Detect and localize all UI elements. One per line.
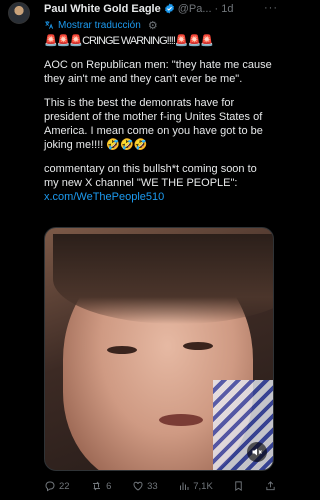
author-handle[interactable]: @Pa... — [178, 3, 212, 15]
show-translation-link[interactable]: Mostrar traducción — [58, 20, 141, 31]
share-button[interactable] — [265, 480, 276, 492]
video-player[interactable] — [44, 227, 274, 471]
tweet-link[interactable]: x.com/WeThePeople510 — [44, 191, 164, 203]
verified-badge-icon — [164, 3, 175, 14]
repost-button[interactable]: 6 — [90, 480, 111, 492]
bookmark-icon — [235, 481, 243, 491]
like-count: 33 — [147, 480, 158, 492]
post-time: · 1d — [214, 2, 234, 15]
view-count: 7,1K — [193, 480, 213, 492]
tweet-paragraph-3: This is the best the demonrats have for … — [44, 97, 263, 151]
tweet-line-1: 🚨🚨🚨CRINGE WARNING!!!!🚨🚨🚨 — [44, 35, 214, 47]
translate-row: Mostrar traducción ⚙ — [44, 17, 274, 33]
gear-icon[interactable]: ⚙ — [148, 19, 158, 32]
tweet-paragraph-2: AOC on Republican men: "they hate me cau… — [44, 59, 272, 85]
reply-button[interactable]: 22 — [44, 480, 70, 492]
views-icon — [180, 482, 189, 490]
like-button[interactable]: 33 — [132, 480, 158, 492]
avatar[interactable] — [8, 2, 30, 24]
tweet-paragraph-4-text: commentary on this bullsh*t coming soon … — [44, 163, 257, 189]
author-name[interactable]: Paul White Gold Eagle — [44, 3, 161, 15]
like-icon — [133, 481, 143, 491]
mute-icon[interactable] — [247, 442, 267, 462]
bookmark-button[interactable] — [233, 480, 244, 492]
tweet-text: 🚨🚨🚨CRINGE WARNING!!!!🚨🚨🚨 AOC on Republic… — [44, 34, 274, 204]
tweet-content: Paul White Gold Eagle @Pa... · 1d Mostra… — [44, 0, 274, 471]
views-button[interactable]: 7,1K — [178, 480, 213, 492]
action-bar: 22 6 33 7,1K — [44, 478, 276, 494]
repost-icon — [93, 481, 101, 491]
reply-icon — [45, 481, 55, 492]
reply-count: 22 — [59, 480, 70, 492]
translate-icon — [45, 21, 54, 29]
share-icon — [266, 481, 275, 491]
tweet-paragraph-4: commentary on this bullsh*t coming soon … — [44, 162, 274, 204]
repost-count: 6 — [106, 480, 112, 492]
tweet-header: Paul White Gold Eagle @Pa... · 1d — [44, 0, 274, 17]
